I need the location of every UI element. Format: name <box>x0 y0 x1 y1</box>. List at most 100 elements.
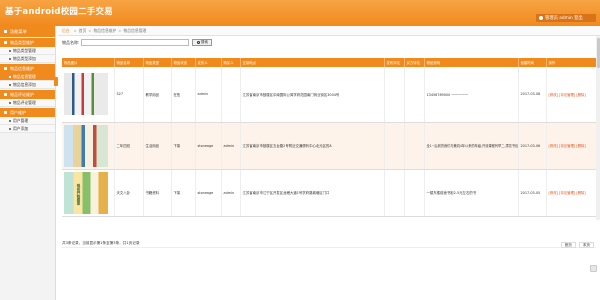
resize-icon[interactable] <box>590 265 597 272</box>
item-label: 物品类型添加 <box>13 55 36 61</box>
date-cell: 2017-03-06 <box>518 122 547 170</box>
last-page-button[interactable]: 末页 <box>578 242 594 248</box>
folder-icon <box>4 111 7 114</box>
state-cell: 下架 <box>171 169 196 217</box>
group-label: 用户维护 <box>10 109 26 115</box>
row-actions[interactable]: [修改] [评论管理] [删除] <box>549 191 586 195</box>
group-label: 物品类型维护 <box>10 39 34 45</box>
action-cell: [修改] [评论管理] [删除] <box>546 67 597 123</box>
col-header: 物品名称 <box>114 58 144 67</box>
col-header: 买方评论 <box>404 58 425 67</box>
col-header: 物品类型 <box>143 58 172 67</box>
search-input[interactable] <box>81 39 190 46</box>
breadcrumb: 后台 > 首页 > 物品信息维护 > 物品信息管理 <box>58 26 600 36</box>
publish-comment-cell <box>384 67 405 123</box>
sidebar-group-comment[interactable]: 物品评论维护 <box>0 90 55 99</box>
sidebar-group-goods[interactable]: 物品信息维护 <box>0 64 55 73</box>
item-label: 物品评论管理 <box>13 99 36 105</box>
breadcrumb-home[interactable]: 后台 <box>62 28 70 34</box>
breadcrumb-sep: > <box>118 28 122 33</box>
item-label: 物品信息管理 <box>13 73 36 79</box>
goods-image[interactable] <box>64 73 108 116</box>
item-label: 物品类型管理 <box>13 47 36 53</box>
sidebar-item-user-manage[interactable]: 用户管理 <box>0 117 55 125</box>
sidebar-item-goods-manage[interactable]: 物品信息管理 <box>0 73 55 81</box>
col-header: 发布评论 <box>384 58 405 67</box>
col-header: 发布人 <box>195 58 222 67</box>
user-menu[interactable]: 管理员 admin 登出 <box>536 14 596 22</box>
sidebar-item-goods-add[interactable]: 物品信息添加 <box>0 81 55 89</box>
buyer-comment-cell <box>404 122 425 170</box>
breadcrumb-current: 物品信息管理 <box>123 27 147 33</box>
scrollbar-thumb[interactable] <box>596 38 600 68</box>
bullet-icon <box>9 127 11 130</box>
desc-cell: 一楼东楼前面书柜2-5元左右的书 <box>424 169 519 217</box>
search-label: 物品名称: <box>62 39 80 45</box>
row-actions[interactable]: [修改] [评论管理] [删除] <box>549 144 586 148</box>
desc-cell: 全1~后到货我们与兼具4年以来的年级,开设课程列举二,漂亮书包 <box>424 122 519 170</box>
breadcrumb-index[interactable]: 首页 <box>79 28 87 34</box>
search-bar: 物品名称: 搜索 <box>58 36 600 49</box>
main-content: 后台 > 首页 > 物品信息维护 > 物品信息管理 物品名称: 搜索 物品图片 … <box>58 26 600 300</box>
bullet-icon <box>9 83 11 86</box>
sidebar-head-label: 功能菜单 <box>10 28 27 34</box>
row-actions[interactable]: [修改] [评论管理] [删除] <box>549 93 586 97</box>
breadcrumb-sep: > <box>73 28 77 33</box>
first-page-button[interactable]: 首页 <box>560 242 576 248</box>
col-header: 物品说明 <box>424 58 519 67</box>
action-cell: [修改] [评论管理] [删除] <box>546 122 597 170</box>
name-cell: 天文八卦 <box>114 169 144 217</box>
menu-icon <box>4 30 7 33</box>
item-label: 用户管理 <box>13 117 29 123</box>
sidebar-head: 功能菜单 <box>0 26 55 37</box>
col-header: 物品图片 <box>62 58 115 67</box>
type-cell: 书籍资料 <box>143 169 172 217</box>
place-cell: 江苏省南京市鼓楼区中南国际公寓学府花园南门商业街区3004号 <box>240 67 385 123</box>
sidebar-item-type-add[interactable]: 物品类型添加 <box>0 55 55 63</box>
sidebar-group-type[interactable]: 物品类型维护 <box>0 38 55 47</box>
place-cell: 江苏省南京市江宁区开发区龙眠大道1号学府路城墙区门口 <box>240 169 385 217</box>
cover-text: 现在开始感恩 <box>77 183 81 205</box>
bullet-icon <box>9 49 11 52</box>
user-label: 管理员 admin 登出 <box>545 16 583 21</box>
col-header: 操作 <box>546 58 597 67</box>
table-row: 二年四班 生活用品 下架 stoneage admin 江苏省南京市鼓楼区五台路… <box>62 122 597 170</box>
col-header: 交易地点 <box>240 58 385 67</box>
folder-icon <box>4 93 7 96</box>
image-cell <box>62 67 115 123</box>
publisher-cell: stoneage <box>195 122 222 170</box>
sidebar: 功能菜单 物品类型维护 物品类型管理 物品类型添加 物品信息维护 物品信息管理 … <box>0 26 56 300</box>
publish-comment-cell <box>384 122 405 170</box>
item-label: 物品信息添加 <box>13 81 36 87</box>
breadcrumb-section[interactable]: 物品信息维护 <box>94 28 117 34</box>
buyer-cell <box>221 67 241 123</box>
sidebar-item-comment-manage[interactable]: 物品评论管理 <box>0 99 55 107</box>
sidebar-item-user-add[interactable]: 用户添加 <box>0 125 55 133</box>
state-cell: 在售 <box>171 67 196 123</box>
table-footer: 共3条记录，当前显示第1条至第3条，共1页记录 <box>62 240 596 248</box>
goods-image[interactable] <box>64 124 108 167</box>
pager: 首页 末页 <box>560 242 594 248</box>
search-icon <box>196 41 200 44</box>
goods-table: 物品图片 物品名称 物品类型 物品状态 发布人 购买人 交易地点 发布评论 买方… <box>62 58 597 217</box>
search-button[interactable]: 搜索 <box>192 39 213 46</box>
sidebar-item-type-manage[interactable]: 物品类型管理 <box>0 47 55 55</box>
vertical-scrollbar[interactable] <box>596 36 600 220</box>
image-cell <box>62 122 115 170</box>
goods-image[interactable]: 现在开始感恩 <box>64 171 108 214</box>
col-header: 创建时间 <box>518 58 547 67</box>
place-cell: 江苏省南京市鼓楼区五台路2号附近交通便利中心北元区的A <box>240 122 385 170</box>
record-summary: 共3条记录，当前显示第1条至第3条，共1页记录 <box>62 241 140 245</box>
col-header: 购买人 <box>221 58 241 67</box>
publisher-cell: admin <box>195 67 222 123</box>
breadcrumb-sep: > <box>88 28 92 33</box>
action-cell: [修改] [评论管理] [删除] <box>546 169 597 217</box>
publisher-cell: stoneage <box>195 169 222 217</box>
buyer-comment-cell <box>404 169 425 217</box>
type-cell: 教学用品 <box>143 67 172 123</box>
bullet-icon <box>9 101 11 104</box>
sidebar-group-user[interactable]: 用户维护 <box>0 108 55 117</box>
type-cell: 生活用品 <box>143 122 172 170</box>
name-cell: 527 <box>114 67 144 123</box>
search-button-label: 搜索 <box>200 40 208 44</box>
